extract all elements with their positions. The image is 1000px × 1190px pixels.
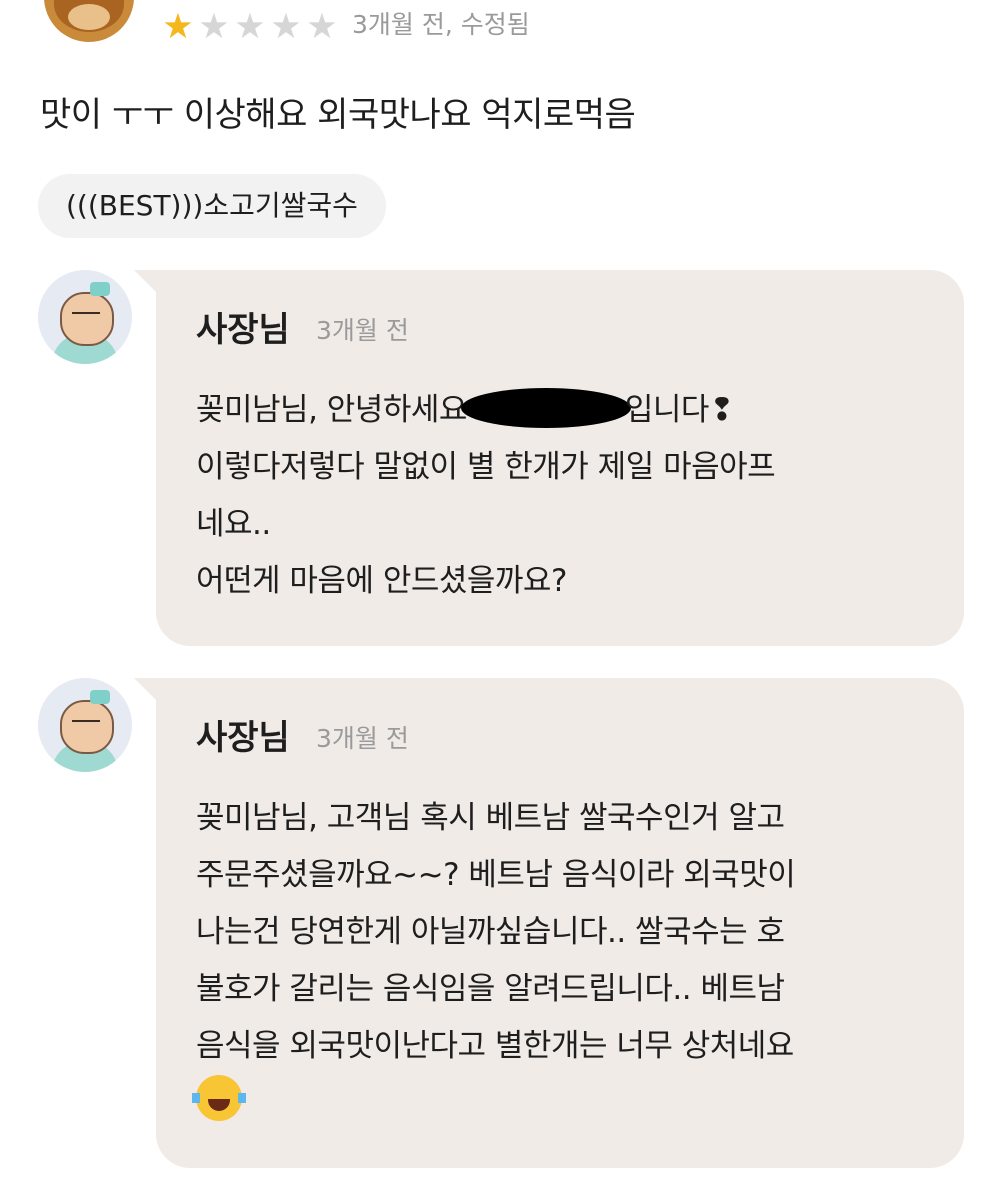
reviewer-avatar[interactable]	[44, 0, 134, 42]
reply-line: 음식을 외국맛이난다고 별한개는 너무 상처네요	[196, 1028, 794, 1064]
dog-snout	[68, 4, 110, 30]
reply-line-segment: 꽂미남님, 안녕하세요	[196, 392, 467, 428]
reply-line	[192, 1075, 936, 1134]
avatar-eyes	[72, 720, 100, 728]
reply-line: 나는건 당연한게 아닐까싶습니다.. 쌀국수는 호	[196, 914, 785, 950]
star-icon: ★	[198, 7, 230, 47]
reply-line: 꽂미남님, 고객님 혹시 베트남 쌀국수인거 알고	[196, 800, 785, 836]
star-icon: ★	[270, 7, 302, 47]
reply-author: 사장님	[196, 310, 290, 350]
star-rating: ★ ★ ★ ★ ★	[160, 8, 340, 46]
reply-line: 꽂미남님, 안녕하세요 입니다❢	[196, 382, 936, 439]
review-meta: 3개월 전, 수정됨	[352, 10, 530, 39]
reply-author: 사장님	[196, 718, 290, 758]
reply-time: 3개월 전	[316, 724, 409, 753]
reply-line: 어떤게 마음에 안드셨을까요?	[196, 563, 567, 599]
reply-bubble: 사장님 3개월 전 꽂미남님, 고객님 혹시 베트남 쌀국수인거 알고 주문주셨…	[134, 678, 964, 1168]
avatar-bow	[90, 690, 110, 704]
star-icon: ★	[306, 7, 338, 47]
reply-line: 네요..	[196, 506, 271, 542]
redaction-mark	[460, 388, 631, 428]
review-header: ★ ★ ★ ★ ★ 3개월 전, 수정됨	[0, 0, 1000, 60]
reply-bubble: 사장님 3개월 전 꽂미남님, 안녕하세요 입니다❢ 이렇다저렇다 말없이 별 한…	[134, 270, 964, 646]
owner-avatar[interactable]	[38, 678, 132, 772]
menu-item-chip[interactable]: (((BEST)))소고기쌀국수	[38, 174, 386, 238]
review-text: 맛이 ㅜㅜ 이상해요 외국맛나요 억지로먹음	[40, 95, 636, 135]
reply-line: 주문주셨을까요~~? 베트남 음식이라 외국맛이	[196, 857, 796, 893]
reply-line-segment: 입니다❢	[624, 392, 735, 428]
reply-body: 꽂미남님, 고객님 혹시 베트남 쌀국수인거 알고 주문주셨을까요~~? 베트남…	[192, 790, 936, 1134]
avatar-bow	[90, 282, 110, 296]
owner-avatar[interactable]	[38, 270, 132, 364]
reply-time: 3개월 전	[316, 316, 409, 345]
reply-body: 꽂미남님, 안녕하세요 입니다❢ 이렇다저렇다 말없이 별 한개가 제일 마음아프…	[196, 382, 936, 610]
star-icon: ★	[234, 7, 266, 47]
face-with-tears-of-joy-icon	[192, 1075, 246, 1121]
star-icon: ★	[162, 7, 194, 47]
avatar-eyes	[72, 312, 100, 320]
reply-line: 이렇다저렇다 말없이 별 한개가 제일 마음아프	[196, 449, 776, 485]
reply-line: 불호가 갈리는 음식임을 알려드립니다.. 베트남	[196, 971, 785, 1007]
